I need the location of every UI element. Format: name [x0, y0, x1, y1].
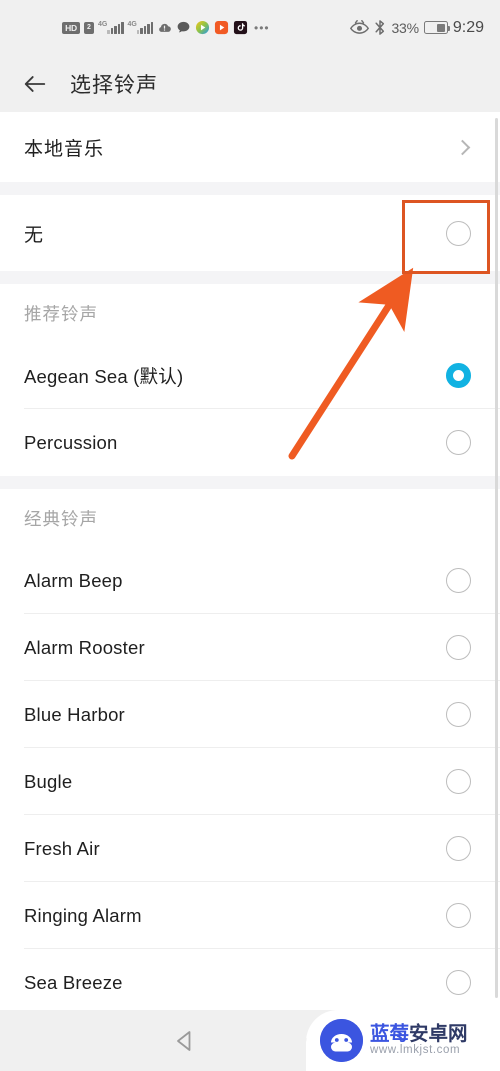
ringtone-label: Aegean Sea (默认): [24, 365, 184, 387]
page-title: 选择铃声: [70, 73, 158, 97]
status-bar-left-icons: HD 2 4G 4G •••: [14, 20, 270, 35]
clock-label: 9:29: [452, 18, 484, 36]
watermark-name-part1: 蓝莓: [370, 1022, 410, 1045]
signal-strength-1-icon: 4G: [98, 21, 124, 34]
nav-back-triangle-icon[interactable]: [172, 1028, 198, 1054]
android-robot-logo-icon: [320, 1019, 363, 1062]
phone-screen: HD 2 4G 4G ••• 33% 9:29 选择铃声 本地音乐 无 推荐铃声…: [0, 0, 500, 1071]
list-item-blue-harbor[interactable]: Blue Harbor: [0, 681, 500, 748]
local-music-label: 本地音乐: [24, 138, 105, 160]
ringtone-label: Blue Harbor: [24, 703, 125, 725]
ringtone-label: Sea Breeze: [24, 971, 123, 993]
list-item-bugle[interactable]: Bugle: [0, 748, 500, 815]
signal-strength-2-icon: 4G: [128, 21, 153, 34]
radio-bugle[interactable]: [446, 769, 471, 794]
ringtone-label: Alarm Beep: [24, 569, 123, 591]
none-label: 无: [24, 224, 45, 246]
list-item-sea-breeze[interactable]: Sea Breeze: [0, 949, 500, 1016]
radio-alarm-rooster[interactable]: [446, 635, 471, 660]
list-item-aegean-sea[interactable]: Aegean Sea (默认): [0, 342, 500, 409]
list-item-local-music[interactable]: 本地音乐: [0, 112, 500, 182]
radio-sea-breeze[interactable]: [446, 970, 471, 995]
battery-percent-label: 33%: [391, 19, 419, 36]
bluetooth-icon: [375, 20, 385, 35]
ringtone-label: Percussion: [24, 431, 118, 453]
section-divider-band: [0, 476, 500, 489]
section-header-classic: 经典铃声: [0, 489, 500, 547]
status-overflow-icon: •••: [254, 20, 270, 35]
ringtone-list: 本地音乐 无 推荐铃声 Aegean Sea (默认) Percussion 经…: [0, 112, 500, 1016]
watermark-url: www.lmkjst.com: [370, 1044, 461, 1056]
ringtone-label: Alarm Rooster: [24, 636, 145, 658]
ringtone-label: Bugle: [24, 770, 73, 792]
section-divider-band: [0, 271, 500, 284]
back-arrow-icon[interactable]: [22, 71, 48, 97]
list-item-ringing-alarm[interactable]: Ringing Alarm: [0, 882, 500, 949]
radio-percussion[interactable]: [446, 430, 471, 455]
list-item-none[interactable]: 无: [0, 195, 500, 271]
play-icon: [195, 20, 210, 35]
radio-fresh-air[interactable]: [446, 836, 471, 861]
eye-comfort-icon: [350, 19, 370, 34]
list-item-fresh-air[interactable]: Fresh Air: [0, 815, 500, 882]
section-divider-band: [0, 182, 500, 195]
list-item-alarm-beep[interactable]: Alarm Beep: [0, 547, 500, 614]
watermark-text: 蓝莓安卓网 www.lmkjst.com: [370, 1022, 468, 1057]
watermark: 蓝莓安卓网 www.lmkjst.com: [306, 1010, 500, 1071]
video-player-icon: [214, 20, 229, 35]
radio-blue-harbor[interactable]: [446, 702, 471, 727]
chat-bubble-icon: [177, 21, 190, 33]
status-bar: HD 2 4G 4G ••• 33% 9:29: [0, 0, 500, 55]
hd-icon: HD: [62, 21, 80, 34]
ringtone-label: Ringing Alarm: [24, 904, 142, 926]
status-bar-right-icons: 33% 9:29: [350, 19, 486, 37]
ringtone-label: Fresh Air: [24, 837, 100, 859]
vertical-scrollbar[interactable]: [495, 118, 498, 998]
chevron-right-icon: [454, 139, 471, 155]
radio-alarm-beep[interactable]: [446, 568, 471, 593]
list-item-percussion[interactable]: Percussion: [0, 409, 500, 476]
battery-icon: [423, 21, 451, 34]
section-header-recommended: 推荐铃声: [0, 284, 500, 342]
tiktok-icon: [233, 20, 248, 35]
app-bar: 选择铃声: [0, 55, 500, 112]
watermark-name-part2: 安卓网: [409, 1022, 468, 1045]
volte-icon: 2: [84, 21, 94, 34]
list-item-alarm-rooster[interactable]: Alarm Rooster: [0, 614, 500, 681]
radio-aegean-sea[interactable]: [446, 363, 471, 388]
radio-none[interactable]: [446, 220, 471, 246]
radio-ringing-alarm[interactable]: [446, 903, 471, 928]
watermark-site-name: 蓝莓安卓网: [370, 1022, 468, 1045]
cloud-icon: [159, 23, 171, 32]
